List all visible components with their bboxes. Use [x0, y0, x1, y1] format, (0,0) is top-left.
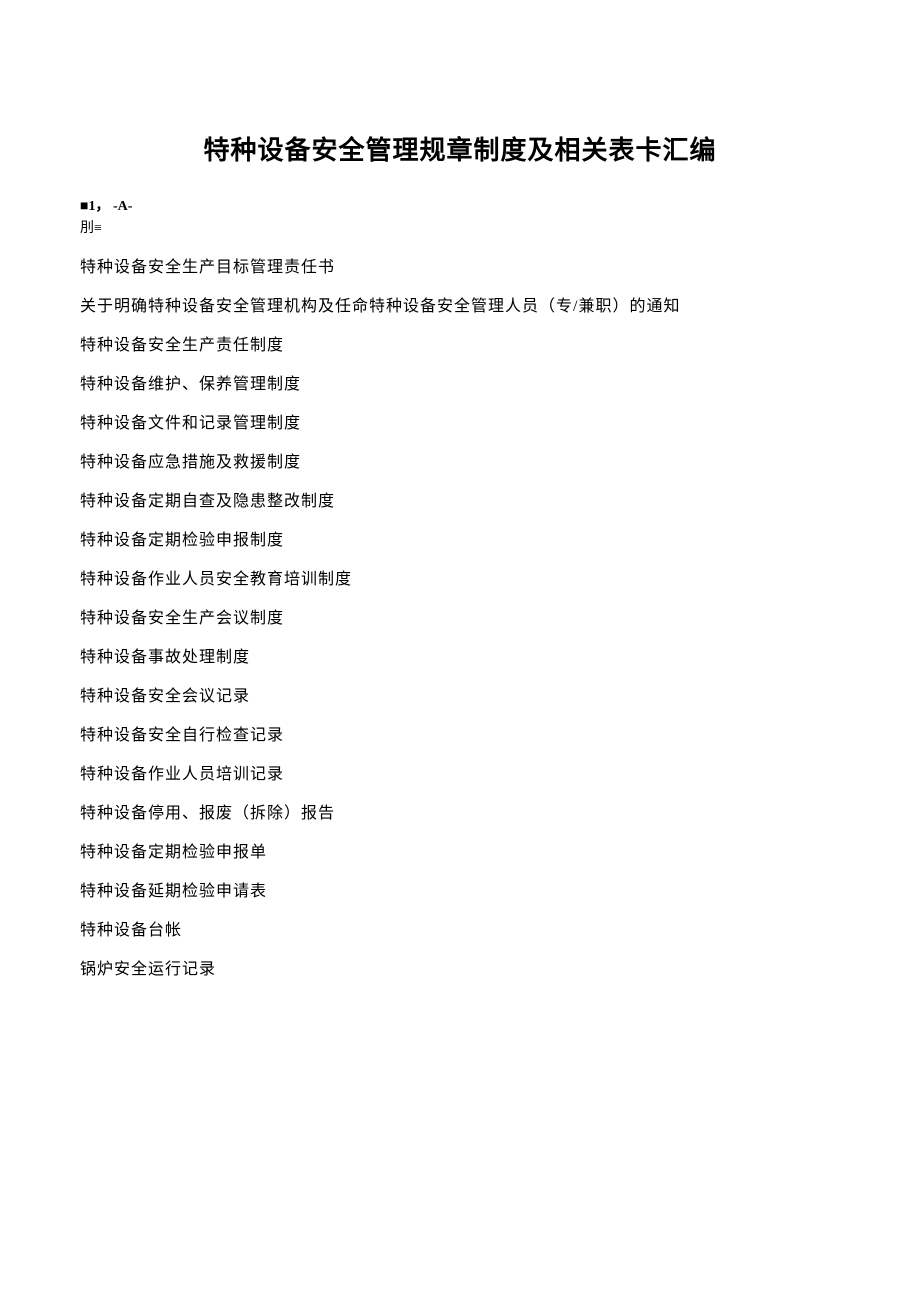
toc-item: 特种设备安全会议记录: [80, 685, 840, 709]
toc-item: 特种设备安全生产会议制度: [80, 607, 840, 631]
toc-item: 特种设备延期检验申请表: [80, 880, 840, 904]
toc-item: 特种设备维护、保养管理制度: [80, 373, 840, 397]
toc-item: 特种设备应急措施及救援制度: [80, 451, 840, 475]
toc-item: 特种设备文件和记录管理制度: [80, 412, 840, 436]
header-line-2: 刖≡: [80, 219, 840, 239]
toc-item: 特种设备台帐: [80, 919, 840, 943]
toc-item: 特种设备作业人员培训记录: [80, 763, 840, 787]
toc-item: 特种设备作业人员安全教育培训制度: [80, 568, 840, 592]
toc-item: 关于明确特种设备安全管理机构及任命特种设备安全管理人员（专/兼职）的通知: [80, 295, 840, 319]
toc-item: 锅炉安全运行记录: [80, 958, 840, 982]
toc-item: 特种设备安全生产责任制度: [80, 334, 840, 358]
toc-item: 特种设备停用、报废（拆除）报告: [80, 802, 840, 826]
toc-item: 特种设备定期检验申报单: [80, 841, 840, 865]
toc-item: 特种设备定期检验申报制度: [80, 529, 840, 553]
table-of-contents: 特种设备安全生产目标管理责任书 关于明确特种设备安全管理机构及任命特种设备安全管…: [80, 256, 840, 982]
document-title: 特种设备安全管理规章制度及相关表卡汇编: [80, 130, 840, 167]
header-line-1: ■1， -A-: [80, 197, 840, 217]
toc-item: 特种设备安全自行检查记录: [80, 724, 840, 748]
toc-item: 特种设备事故处理制度: [80, 646, 840, 670]
toc-item: 特种设备定期自查及隐患整改制度: [80, 490, 840, 514]
toc-item: 特种设备安全生产目标管理责任书: [80, 256, 840, 280]
